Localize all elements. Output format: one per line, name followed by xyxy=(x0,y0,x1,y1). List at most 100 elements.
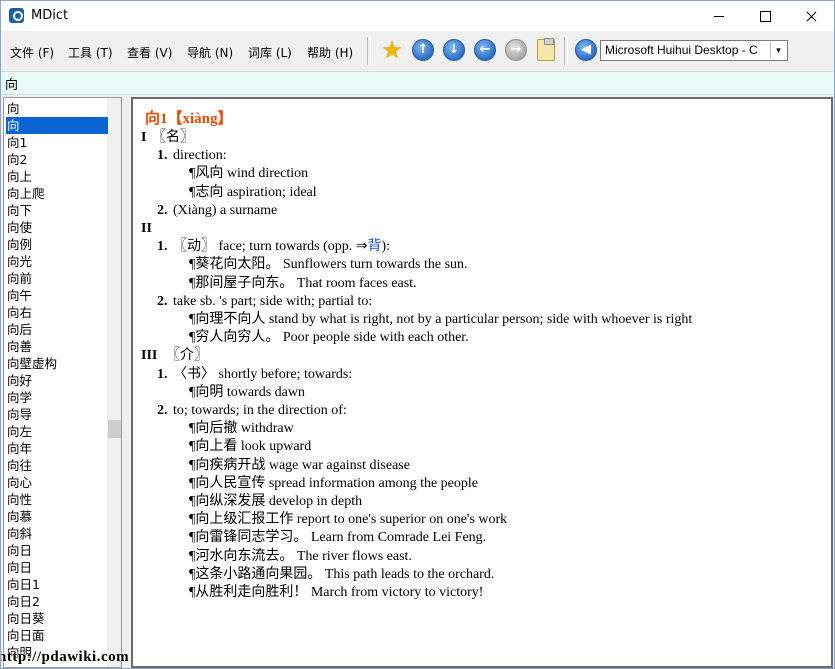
part-of-speech-number: II xyxy=(141,221,152,236)
example-line: ¶向人民宣传 spread information among the peop… xyxy=(189,475,478,493)
part-of-speech-number: I xyxy=(141,130,147,145)
definition-text: ¶向雷锋同志学习。 Learn from Comrade Lei Feng. xyxy=(189,530,487,546)
word-list-item[interactable]: 向 xyxy=(6,117,108,134)
menu-library[interactable]: 词库 (L) xyxy=(248,44,292,61)
word-list-item[interactable]: 向上爬 xyxy=(6,185,108,202)
word-list-item[interactable]: 向前 xyxy=(6,270,108,287)
minimize-button[interactable] xyxy=(696,1,742,31)
word-list-item[interactable]: 向日 xyxy=(6,542,108,559)
example-line: ¶那间屋子向东。 That room faces east. xyxy=(189,275,417,293)
sense-number: 2. xyxy=(157,202,168,218)
word-list-item[interactable]: 向右 xyxy=(6,304,108,321)
menu-help[interactable]: 帮助 (H) xyxy=(307,44,353,61)
word-list-item[interactable]: 向光 xyxy=(6,253,108,270)
sense-text: 〈书〉 shortly before; towards: xyxy=(173,366,352,384)
definition-text: ¶向上看 look upward xyxy=(189,439,312,455)
definition-text: (Xiàng) a surname xyxy=(173,202,278,218)
menu-view[interactable]: 查看 (V) xyxy=(127,44,172,61)
sense-number: 2. xyxy=(157,403,168,418)
back-arrow-icon[interactable]: ← xyxy=(474,39,496,61)
word-list-item[interactable]: 向日1 xyxy=(6,576,108,593)
sense-text: 〖介〗 xyxy=(166,347,208,365)
close-button[interactable] xyxy=(788,1,834,31)
word-list-item[interactable]: 向壁虚构 xyxy=(6,355,108,372)
definition-text-tail: ): xyxy=(381,239,391,255)
example-line: ¶志向 aspiration; ideal xyxy=(189,184,317,202)
word-list-item[interactable]: 向往 xyxy=(6,457,108,474)
watermark: http://pdawiki.com xyxy=(0,649,130,665)
pane-splitter[interactable] xyxy=(122,97,131,668)
cross-reference-link[interactable]: 背 xyxy=(367,239,381,254)
clipboard-icon[interactable] xyxy=(537,38,555,61)
word-list-item[interactable]: 向日 xyxy=(6,559,108,576)
mdict-window: MDict 文件 (F) 工具 (T) 查看 (V) 导航 (N) 词库 (L)… xyxy=(0,0,835,669)
word-list-item[interactable]: 向日葵 xyxy=(6,610,108,627)
word-list-item[interactable]: 向心 xyxy=(6,474,108,491)
word-list-item[interactable]: 向使 xyxy=(6,219,108,236)
scrollbar-thumb[interactable] xyxy=(108,420,121,438)
word-list-scrollbar[interactable] xyxy=(107,98,121,667)
definition-text: ¶志向 aspiration; ideal xyxy=(189,184,317,200)
sense-text: 〖名〗 xyxy=(152,129,194,147)
toolbar-separator xyxy=(564,37,568,65)
sense-text: (Xiàng) a surname xyxy=(173,202,277,220)
definition-text: direction: xyxy=(173,148,227,164)
definition-text: 〖名〗 xyxy=(152,130,194,145)
example-line: ¶向后撤 withdraw xyxy=(189,420,294,438)
menu-tools[interactable]: 工具 (T) xyxy=(68,44,113,61)
sense-number: 1. xyxy=(157,239,168,255)
definition-text: ¶向人民宣传 spread information among the peop… xyxy=(189,475,479,491)
voice-select-value: Microsoft Huihui Desktop - C xyxy=(605,43,758,57)
word-list-item[interactable]: 向日面 xyxy=(6,627,108,644)
word-list-item[interactable]: 向2 xyxy=(6,151,108,168)
favorite-star-icon[interactable]: ★ xyxy=(381,38,403,62)
definition-text: ¶向后撤 withdraw xyxy=(189,421,294,437)
definition-text: ¶葵花向太阳。 Sunflowers turn towards the sun. xyxy=(189,257,468,273)
search-bar: 向 xyxy=(1,72,834,95)
menu-file[interactable]: 文件 (F) xyxy=(10,44,54,61)
word-list-item[interactable]: 向1 xyxy=(6,134,108,151)
definition-text: ¶向疾病开战 wage war against disease xyxy=(189,457,410,473)
word-list-item[interactable]: 向 xyxy=(6,100,108,117)
word-list-item[interactable]: 向学 xyxy=(6,389,108,406)
definition-text: ¶向上级汇报工作 report to one's superior on one… xyxy=(189,512,508,528)
sense-number: 1. xyxy=(157,148,168,164)
word-list-item[interactable]: 向例 xyxy=(6,236,108,253)
word-list-item[interactable]: 向下 xyxy=(6,202,108,219)
word-list-item[interactable]: 向午 xyxy=(6,287,108,304)
down-arrow-icon[interactable]: ↓ xyxy=(443,39,465,61)
example-line: ¶风向 wind direction xyxy=(189,165,308,183)
word-list-item[interactable]: 向慕 xyxy=(6,508,108,525)
word-list-item[interactable]: 向性 xyxy=(6,491,108,508)
definition-text: ¶向理不向人 stand by what is right, not by a … xyxy=(189,312,693,327)
example-line: ¶这条小路通向果园。 This path leads to the orchar… xyxy=(189,566,494,584)
word-list-item[interactable]: 向日2 xyxy=(6,593,108,610)
sense-number: 2. xyxy=(157,293,168,309)
voice-select[interactable]: Microsoft Huihui Desktop - C ▾ xyxy=(600,40,788,61)
definition-pane: 向1【xiàng】 I 〖名〗 1. direction: ¶风向 wind direc… xyxy=(131,97,833,668)
word-list-item[interactable]: 向导 xyxy=(6,406,108,423)
forward-arrow-icon[interactable]: → xyxy=(505,39,527,61)
word-list-item[interactable]: 向善 xyxy=(6,338,108,355)
definition-text: ¶向明 towards dawn xyxy=(189,384,305,400)
word-list-item[interactable]: 向上 xyxy=(6,168,108,185)
up-arrow-icon[interactable]: ↑ xyxy=(412,39,434,61)
word-list-item[interactable]: 向斜 xyxy=(6,525,108,542)
word-list-item[interactable]: 向后 xyxy=(6,321,108,338)
definition-text: ¶向纵深发展 develop in depth xyxy=(189,494,363,509)
word-list[interactable]: 向向向1 向2 向上 向上爬 向下 向使 向例 向光 向前 向午 向右 向后 向善 向壁虚构 向好 向学 向导向… xyxy=(3,97,122,668)
definition-text: ¶风向 wind direction xyxy=(189,166,309,182)
part-of-speech-number: III xyxy=(141,348,158,364)
maximize-button[interactable] xyxy=(742,1,788,31)
word-list-item[interactable]: 向好 xyxy=(6,372,108,389)
definition-text: 〖动〗 face; turn towards (opp. ⇒ xyxy=(173,239,368,255)
word-list-item[interactable]: 向年 xyxy=(6,440,108,457)
menu-navigate[interactable]: 导航 (N) xyxy=(187,44,233,61)
search-input[interactable]: 向 xyxy=(5,74,18,93)
speak-icon[interactable]: ◀ xyxy=(575,39,597,61)
word-list-item[interactable]: 向左 xyxy=(6,423,108,440)
toolbar-separator xyxy=(367,37,371,65)
sense-text: take sb. 's part; side with; partial to: xyxy=(173,293,372,311)
chevron-down-icon[interactable]: ▾ xyxy=(770,42,786,59)
window-title: MDict xyxy=(31,8,69,23)
